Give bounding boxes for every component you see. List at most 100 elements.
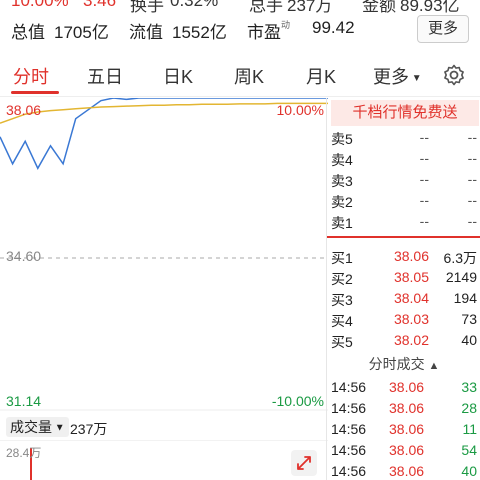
- more-button[interactable]: 更多: [417, 15, 469, 43]
- bid-row: 买1 38.06 6.3万: [327, 248, 480, 269]
- bid-name: 买2: [331, 271, 353, 287]
- intraday-chart[interactable]: 38.06 10.00% 34.60 31.14 -10.00%: [0, 97, 328, 412]
- bid-price: 38.04: [393, 290, 429, 306]
- limit-up-pct: 10.00%: [276, 102, 324, 118]
- tab-monthly-k[interactable]: 月K: [306, 63, 336, 89]
- bid-price: 38.02: [393, 332, 429, 348]
- bid-name: 买5: [331, 334, 353, 350]
- trade-time: 14:56: [331, 421, 367, 437]
- quote-row-2: 总值 1705亿 流值 1552亿 市盈 动 99.42: [0, 15, 480, 45]
- amount-value: 89.93亿: [400, 0, 460, 15]
- trade-time: 14:56: [331, 379, 367, 395]
- level2-promo-banner[interactable]: 千档行情免费送: [331, 100, 479, 126]
- volume-total: 237万: [70, 421, 108, 437]
- ask-price: --: [419, 192, 429, 208]
- ask-row: 卖2 -- --: [327, 192, 480, 213]
- float-cap-label: 流值: [129, 23, 163, 42]
- ask-volume: --: [467, 171, 477, 187]
- tab-more[interactable]: 更多 ▼: [373, 63, 422, 89]
- ask-name: 卖4: [331, 152, 353, 168]
- settings-gear-icon[interactable]: [442, 63, 466, 87]
- bid-row: 买5 38.02 40: [327, 332, 480, 353]
- volume-indicator-label: 成交量: [10, 419, 52, 435]
- ask-name: 卖3: [331, 173, 353, 189]
- ask-price: --: [419, 129, 429, 145]
- ask-price: --: [419, 213, 429, 229]
- bid-row: 买3 38.04 194: [327, 290, 480, 311]
- trade-price: 38.06: [389, 463, 425, 479]
- bid-price: 38.03: [393, 311, 429, 327]
- volume-max-label: 28.4万: [6, 446, 42, 460]
- tab-intraday[interactable]: 分时: [13, 63, 49, 89]
- trades-title: 分时成交: [368, 356, 425, 372]
- tab-daily-k[interactable]: 日K: [163, 63, 193, 89]
- ask-volume: --: [467, 192, 477, 208]
- trade-price: 38.06: [389, 379, 425, 395]
- total-cap-label: 总值: [11, 23, 45, 42]
- float-cap-value: 1552亿: [172, 23, 227, 42]
- ask-row: 卖1 -- --: [327, 213, 480, 234]
- pe-value: 99.42: [312, 18, 355, 37]
- bid-volume: 194: [453, 290, 477, 306]
- trade-row: 14:56 38.06 11: [327, 421, 480, 442]
- ask-price: --: [419, 150, 429, 166]
- intraday-chart-svg: [0, 97, 328, 411]
- trade-volume: 33: [461, 379, 477, 395]
- pe-label: 市盈: [247, 23, 281, 42]
- change-pct: 10.00%: [11, 0, 69, 10]
- ask-row: 卖4 -- --: [327, 150, 480, 171]
- ask-volume: --: [467, 129, 477, 145]
- trade-time: 14:56: [331, 400, 367, 416]
- ask-volume: --: [467, 213, 477, 229]
- trade-volume: 40: [461, 463, 477, 479]
- volume-label: 总手: [249, 0, 283, 15]
- volume-header: 成交量 ▼ 237万: [0, 415, 328, 439]
- trade-price: 38.06: [389, 421, 425, 437]
- limit-down-pct: -10.00%: [271, 393, 324, 409]
- trade-volume: 11: [462, 421, 477, 437]
- trades-section-header[interactable]: 分时成交 ▲: [327, 354, 480, 376]
- bid-price: 38.05: [393, 269, 429, 285]
- volume-value: 237万: [287, 0, 333, 15]
- trade-price: 38.06: [389, 400, 425, 416]
- bid-volume: 2149: [445, 269, 477, 285]
- amount-label: 金额: [362, 0, 396, 15]
- volume-chart: [0, 440, 328, 480]
- limit-down-price: 31.14: [6, 393, 42, 409]
- trade-row: 14:56 38.06 40: [327, 463, 480, 480]
- bid-price: 38.06: [393, 248, 429, 264]
- tab-five-day[interactable]: 五日: [87, 63, 123, 89]
- turnover-value: 0.32%: [170, 0, 219, 10]
- bid-name: 买1: [331, 250, 353, 266]
- previous-close-price: 34.60: [6, 248, 42, 264]
- ask-row: 卖3 -- --: [327, 171, 480, 192]
- expand-icon[interactable]: [291, 450, 317, 476]
- caret-down-icon: ▼: [52, 422, 65, 434]
- trade-row: 14:56 38.06 54: [327, 442, 480, 463]
- trade-price: 38.06: [389, 442, 425, 458]
- order-book-panel: 千档行情免费送 卖5 -- -- 卖4 -- -- 卖3 -- -- 卖2 --…: [326, 98, 480, 480]
- pe-dynamic-mark: 动: [281, 20, 291, 30]
- bid-volume: 73: [461, 311, 477, 327]
- total-cap-value: 1705亿: [54, 23, 109, 42]
- ask-volume: --: [467, 150, 477, 166]
- ask-row: 卖5 -- --: [327, 129, 480, 150]
- turnover-label: 换手: [130, 0, 164, 15]
- ask-name: 卖1: [331, 215, 353, 231]
- volume-indicator-dropdown[interactable]: 成交量 ▼: [6, 417, 69, 437]
- bid-name: 买4: [331, 313, 353, 329]
- trade-time: 14:56: [331, 463, 367, 479]
- trade-row: 14:56 38.06 28: [327, 400, 480, 421]
- active-tab-indicator: [11, 91, 59, 94]
- limit-up-price: 38.06: [6, 102, 42, 118]
- bid-volume: 40: [461, 332, 477, 348]
- trade-volume: 54: [461, 442, 477, 458]
- caret-down-icon: ▼: [409, 72, 422, 84]
- ask-bid-separator: [327, 236, 480, 238]
- quote-row-1: 10.00% 3.46 换手 0.32% 总手 237万 金额 89.93亿: [0, 0, 480, 15]
- trade-volume: 28: [461, 400, 477, 416]
- caret-up-icon: ▲: [428, 360, 440, 372]
- ask-name: 卖5: [331, 131, 353, 147]
- bid-row: 买2 38.05 2149: [327, 269, 480, 290]
- tab-weekly-k[interactable]: 周K: [234, 63, 264, 89]
